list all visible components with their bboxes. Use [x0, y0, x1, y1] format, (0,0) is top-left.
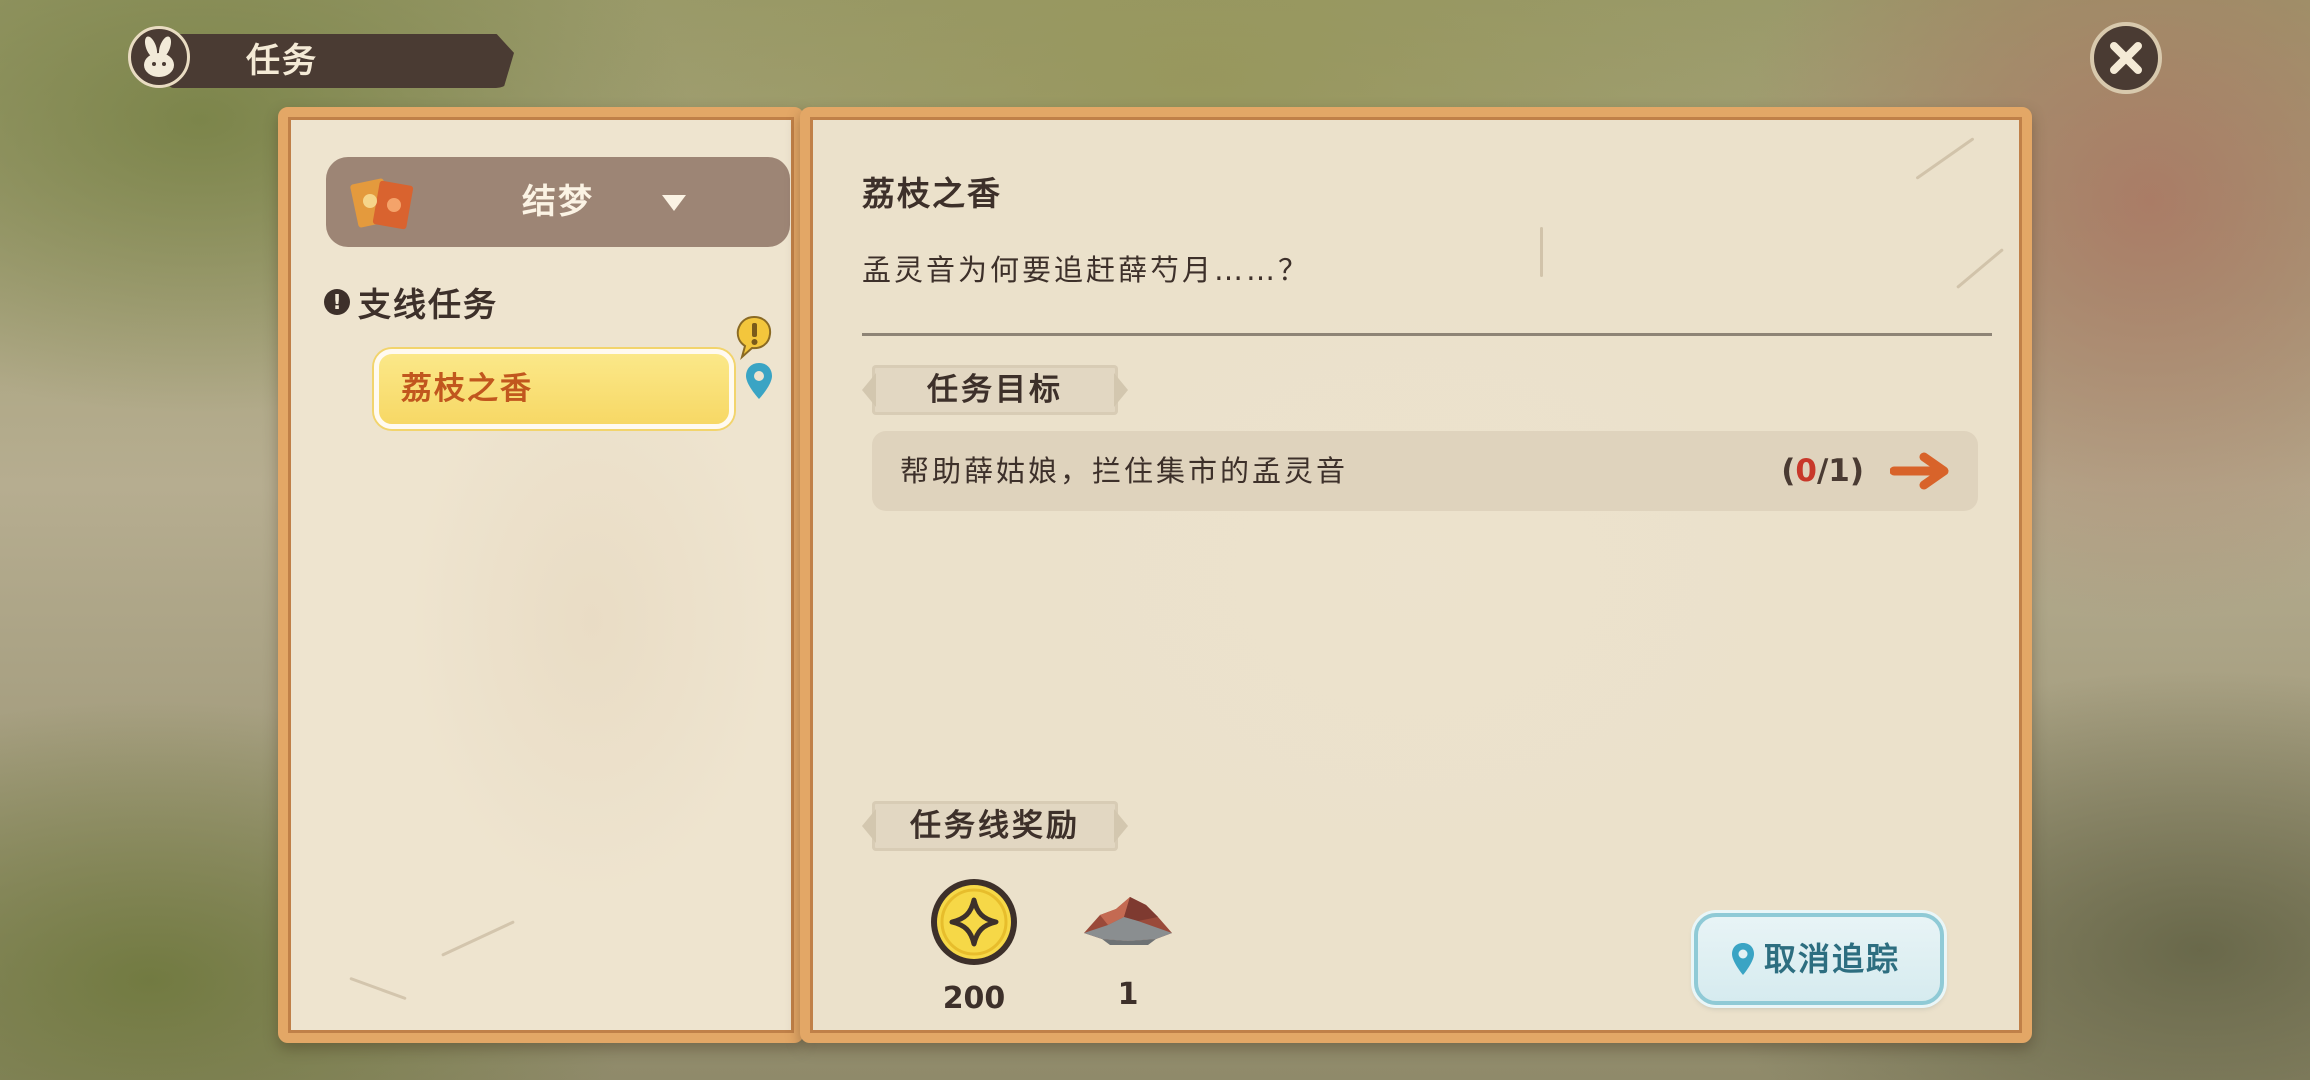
- quest-description: 孟灵音为何要追赶薛芍月……？: [862, 253, 1311, 287]
- progress-current: 0: [1795, 453, 1817, 489]
- exclamation-bubble-icon: [734, 313, 774, 365]
- section-heading: ! 支线任务: [324, 277, 498, 327]
- quest-detail-panel: 荔枝之香 孟灵音为何要追赶薛芍月……？ 任务目标 帮助薛姑娘，拦住集市的孟灵音 …: [800, 107, 2032, 1043]
- paper-texture: [1540, 227, 1543, 277]
- alert-icon: !: [324, 289, 350, 315]
- paper-texture: [1956, 248, 2004, 289]
- coin-icon: [924, 875, 1024, 973]
- objective-row[interactable]: 帮助薛姑娘，拦住集市的孟灵音 (0/1): [872, 431, 1978, 511]
- close-button[interactable]: [2090, 22, 2162, 94]
- arrow-right-icon[interactable]: [1889, 451, 1954, 495]
- divider: [862, 333, 1992, 336]
- category-label: 结梦: [522, 182, 594, 222]
- rewards-heading: 任务线奖励: [872, 801, 1118, 851]
- paper-texture: [349, 976, 407, 1001]
- reward-count: 1: [1117, 977, 1139, 1012]
- title-tab-background: [168, 34, 514, 88]
- map-pin-icon: [1730, 941, 1756, 981]
- quest-item-label: 荔枝之香: [401, 371, 533, 407]
- rabbit-icon: [128, 26, 190, 88]
- progress-total: /1): [1816, 453, 1864, 489]
- ore-icon: [1078, 875, 1178, 969]
- reward-item[interactable]: 1: [1078, 875, 1178, 1012]
- objectives-heading: 任务目标: [872, 365, 1118, 415]
- quest-list-panel: 结梦 ! 支线任务 荔枝之香: [278, 107, 804, 1043]
- reward-count: 200: [942, 981, 1006, 1016]
- page-title: 任务: [246, 41, 318, 81]
- progress-open: (: [1781, 453, 1796, 489]
- quest-title: 荔枝之香: [862, 174, 1002, 213]
- objective-text: 帮助薛姑娘，拦住集市的孟灵音: [900, 454, 1349, 488]
- rewards-heading-label: 任务线奖励: [910, 808, 1080, 844]
- paper-texture: [441, 920, 515, 957]
- category-dropdown[interactable]: 结梦: [326, 157, 790, 247]
- section-label: 支线任务: [358, 285, 498, 324]
- close-icon: [2110, 42, 2142, 74]
- screen-title-tab: 任务: [128, 26, 514, 88]
- chevron-down-icon: [662, 195, 686, 211]
- untrack-button[interactable]: 取消追踪: [1694, 913, 1944, 1005]
- paper-texture: [1915, 137, 1975, 180]
- objectives-heading-label: 任务目标: [927, 372, 1063, 408]
- quest-screen: 任务 结梦 ! 支线任务 荔枝之香 荔枝之香 孟灵音为何要追赶薛芍月……？ 任务…: [0, 0, 2310, 1080]
- reward-item[interactable]: 200: [924, 875, 1024, 1016]
- untrack-button-label: 取消追踪: [1764, 940, 1901, 978]
- quest-list-item[interactable]: 荔枝之香: [374, 349, 734, 429]
- map-pin-icon: [744, 361, 774, 405]
- objective-progress: (0/1): [1781, 431, 1864, 511]
